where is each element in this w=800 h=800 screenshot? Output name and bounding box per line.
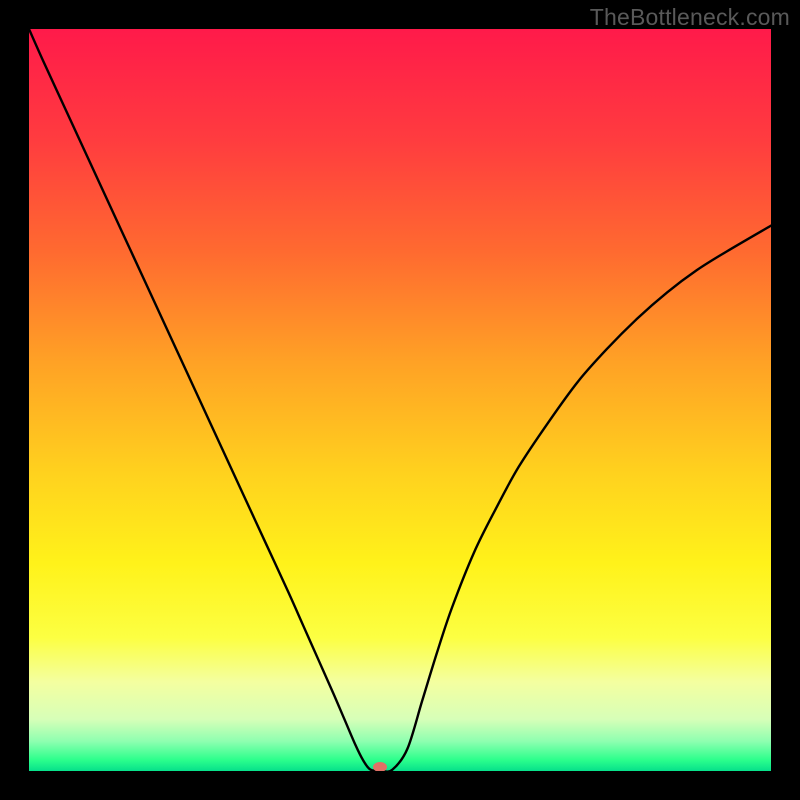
chart-root: TheBottleneck.com [0, 0, 800, 800]
optimum-marker [373, 762, 387, 771]
plot-area [29, 29, 771, 771]
gradient-background [29, 29, 771, 771]
watermark-text: TheBottleneck.com [590, 4, 790, 31]
chart-svg [29, 29, 771, 771]
